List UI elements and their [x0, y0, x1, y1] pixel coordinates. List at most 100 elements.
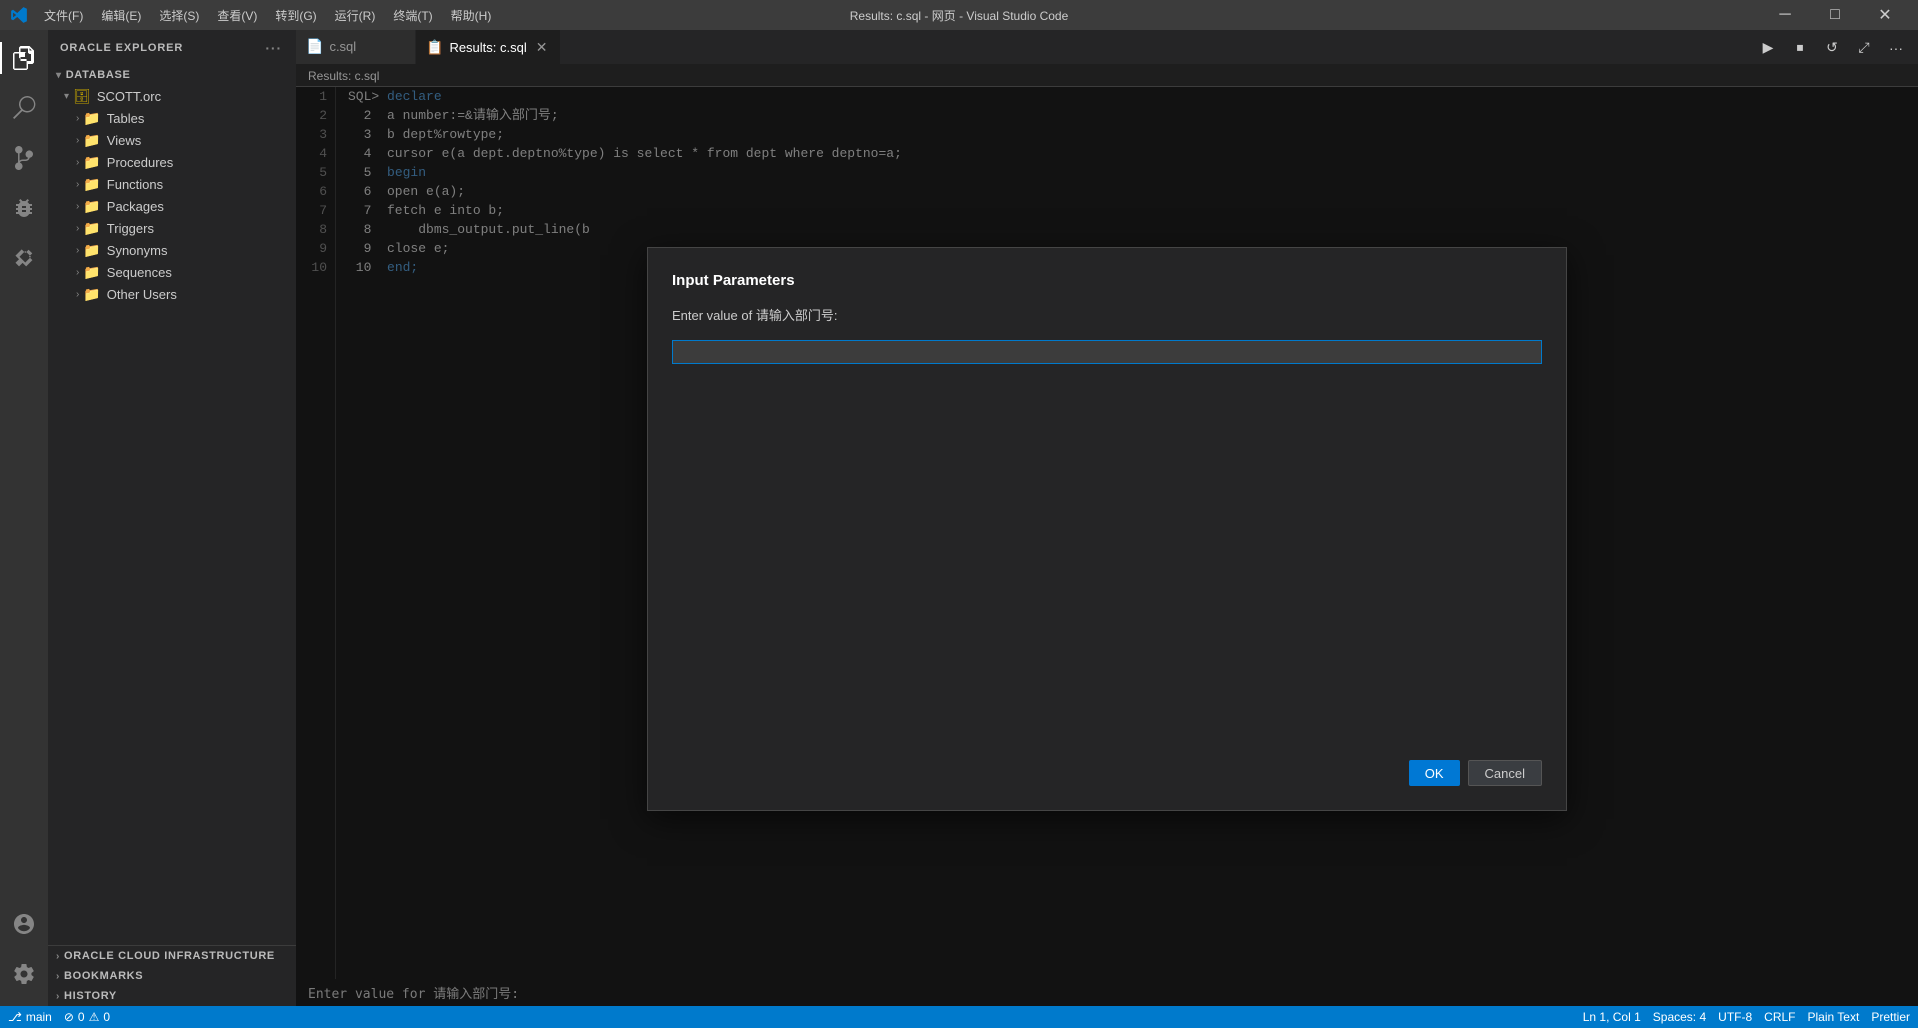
branch-status[interactable]: ⎇ main [8, 1010, 52, 1024]
tree-item-tables[interactable]: › 📁 Tables [48, 107, 296, 129]
explorer-activity-icon[interactable] [0, 34, 48, 82]
app-container: ORACLE EXPLORER ··· ▾ DATABASE ▾ 🗄 SCOTT… [0, 30, 1918, 1006]
source-control-activity-icon[interactable] [0, 134, 48, 182]
procedures-folder-icon: 📁 [83, 154, 100, 171]
eol-label: CRLF [1764, 1010, 1795, 1024]
tree-item-procedures[interactable]: › 📁 Procedures [48, 151, 296, 173]
menu-select[interactable]: 选择(S) [151, 5, 207, 26]
status-bar: ⎇ main ⊘ 0 ⚠ 0 Ln 1, Col 1 Spaces: 4 UTF… [0, 1006, 1918, 1028]
activity-bar [0, 30, 48, 1006]
debug-activity-icon[interactable] [0, 184, 48, 232]
title-bar-left: 文件(F) 编辑(E) 选择(S) 查看(V) 转到(G) 运行(R) 终端(T… [10, 5, 499, 26]
procedures-chevron: › [76, 157, 79, 168]
input-parameters-modal: Input Parameters Enter value of 请输入部门号: … [647, 247, 1567, 811]
layout-button[interactable]: ⤢ [1850, 37, 1878, 59]
editor-area: 📄 c.sql 📋 Results: c.sql ✕ ▶ ⏹ ↺ ⤢ ··· R… [296, 30, 1918, 1006]
overflow-button[interactable]: ··· [1882, 37, 1910, 59]
tree-item-packages[interactable]: › 📁 Packages [48, 195, 296, 217]
tree-item-other-users[interactable]: › 📁 Other Users [48, 283, 296, 305]
breadcrumb-text: Results: c.sql [308, 69, 379, 83]
tree-item-synonyms[interactable]: › 📁 Synonyms [48, 239, 296, 261]
csql-tab-icon: 📄 [306, 38, 323, 55]
packages-chevron: › [76, 201, 79, 212]
scott-chevron: ▾ [64, 91, 69, 102]
sidebar-header: ORACLE EXPLORER ··· [48, 30, 296, 65]
tab-results[interactable]: 📋 Results: c.sql ✕ [416, 30, 561, 64]
spaces-status[interactable]: Spaces: 4 [1653, 1010, 1706, 1024]
bookmarks-section[interactable]: › BOOKMARKS [48, 966, 296, 986]
tree-item-views[interactable]: › 📁 Views [48, 129, 296, 151]
accounts-activity-icon[interactable] [0, 900, 48, 948]
synonyms-folder-icon: 📁 [83, 242, 100, 259]
extensions-activity-icon[interactable] [0, 234, 48, 282]
language-status[interactable]: Plain Text [1808, 1010, 1860, 1024]
language-label: Plain Text [1808, 1010, 1860, 1024]
functions-label: Functions [107, 177, 163, 192]
functions-chevron: › [76, 179, 79, 190]
modal-ok-button[interactable]: OK [1409, 760, 1460, 786]
settings-activity-icon[interactable] [0, 950, 48, 998]
menu-edit[interactable]: 编辑(E) [93, 5, 149, 26]
spaces-label: Spaces: 4 [1653, 1010, 1706, 1024]
database-section-header[interactable]: ▾ DATABASE [48, 65, 296, 85]
minimize-button[interactable]: ─ [1762, 0, 1808, 30]
menu-view[interactable]: 查看(V) [209, 5, 265, 26]
title-bar: 文件(F) 编辑(E) 选择(S) 查看(V) 转到(G) 运行(R) 终端(T… [0, 0, 1918, 30]
prettier-status[interactable]: Prettier [1871, 1010, 1910, 1024]
menu-help[interactable]: 帮助(H) [443, 5, 500, 26]
results-tab-icon: 📋 [426, 39, 443, 56]
close-button[interactable]: ✕ [1862, 0, 1908, 30]
modal-overlay: Input Parameters Enter value of 请输入部门号: … [296, 87, 1918, 1006]
sidebar-bottom: › ORACLE CLOUD INFRASTRUCTURE › BOOKMARK… [48, 945, 296, 1006]
sidebar-title: ORACLE EXPLORER [60, 42, 183, 54]
sequences-label: Sequences [107, 265, 172, 280]
tree-item-sequences[interactable]: › 📁 Sequences [48, 261, 296, 283]
cursor-position-status[interactable]: Ln 1, Col 1 [1583, 1010, 1641, 1024]
synonyms-label: Synonyms [107, 243, 168, 258]
editor-content: 1 2 3 4 5 6 7 8 9 10 SQL> declare [296, 87, 1918, 1006]
cursor-position-label: Ln 1, Col 1 [1583, 1010, 1641, 1024]
oracle-cloud-section[interactable]: › ORACLE CLOUD INFRASTRUCTURE [48, 946, 296, 966]
modal-input[interactable] [672, 340, 1542, 364]
sidebar-overflow-button[interactable]: ··· [263, 38, 284, 58]
error-icon: ⊘ [64, 1010, 74, 1024]
functions-folder-icon: 📁 [83, 176, 100, 193]
tree-item-scott[interactable]: ▾ 🗄 SCOTT.orc [48, 85, 296, 107]
maximize-button[interactable]: □ [1812, 0, 1858, 30]
history-section[interactable]: › HISTORY [48, 986, 296, 1006]
menu-terminal[interactable]: 终端(T) [385, 5, 440, 26]
menu-run[interactable]: 运行(R) [327, 5, 384, 26]
other-users-folder-icon: 📁 [83, 286, 100, 303]
packages-folder-icon: 📁 [83, 198, 100, 215]
triggers-label: Triggers [107, 221, 154, 236]
branch-label: main [26, 1010, 52, 1024]
modal-label: Enter value of 请输入部门号: [672, 305, 1542, 324]
results-tab-close-button[interactable]: ✕ [533, 38, 551, 57]
status-bar-right: Ln 1, Col 1 Spaces: 4 UTF-8 CRLF Plain T… [1583, 1010, 1910, 1024]
status-bar-left: ⎇ main ⊘ 0 ⚠ 0 [8, 1010, 110, 1024]
warning-count: 0 [103, 1010, 110, 1024]
triggers-chevron: › [76, 223, 79, 234]
views-label: Views [107, 133, 141, 148]
prettier-label: Prettier [1871, 1010, 1910, 1024]
search-activity-icon[interactable] [0, 84, 48, 132]
tree-item-functions[interactable]: › 📁 Functions [48, 173, 296, 195]
stop-button[interactable]: ⏹ [1786, 37, 1814, 59]
run-button[interactable]: ▶ [1754, 37, 1782, 59]
encoding-status[interactable]: UTF-8 [1718, 1010, 1752, 1024]
encoding-label: UTF-8 [1718, 1010, 1752, 1024]
menu-file[interactable]: 文件(F) [36, 5, 91, 26]
tree-item-triggers[interactable]: › 📁 Triggers [48, 217, 296, 239]
refresh-button[interactable]: ↺ [1818, 37, 1846, 59]
menu-goto[interactable]: 转到(G) [267, 5, 324, 26]
error-status[interactable]: ⊘ 0 ⚠ 0 [64, 1010, 110, 1024]
warning-icon: ⚠ [89, 1010, 100, 1024]
eol-status[interactable]: CRLF [1764, 1010, 1795, 1024]
views-folder-icon: 📁 [83, 132, 100, 149]
tables-chevron: › [76, 113, 79, 124]
results-tab-label: Results: c.sql [449, 40, 526, 55]
sidebar-tree: ▾ DATABASE ▾ 🗄 SCOTT.orc › 📁 Tables › 📁 … [48, 65, 296, 945]
tab-csql[interactable]: 📄 c.sql [296, 30, 416, 64]
modal-cancel-button[interactable]: Cancel [1468, 760, 1542, 786]
history-label: HISTORY [64, 990, 117, 1002]
